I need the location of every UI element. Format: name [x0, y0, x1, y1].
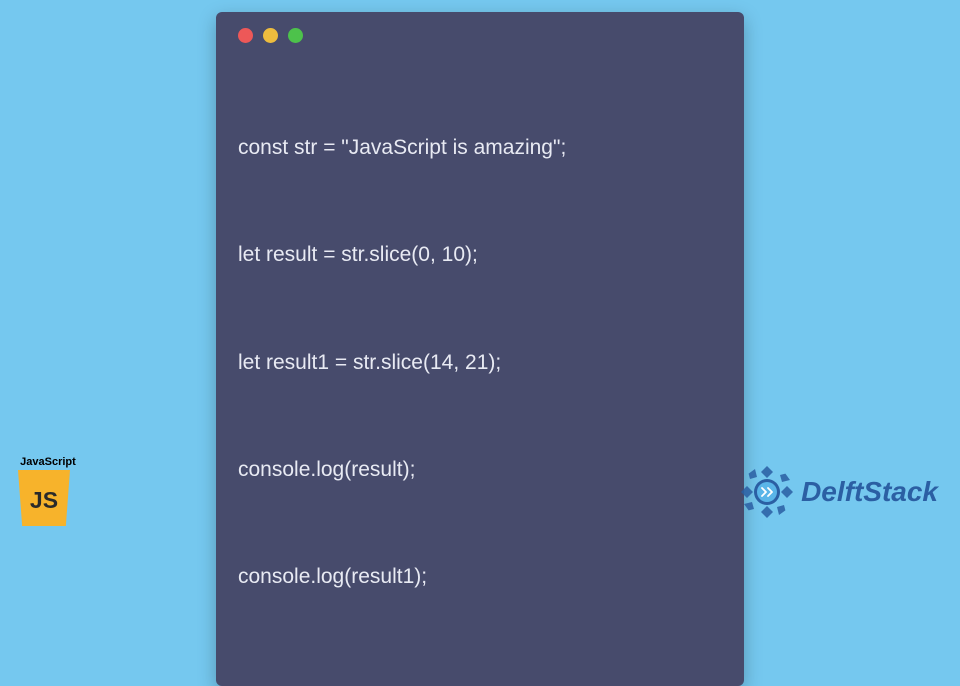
minimize-icon	[263, 28, 278, 43]
delftstack-logo: DelftStack	[739, 464, 938, 520]
code-line: let result1 = str.slice(14, 21);	[238, 345, 722, 381]
code-line: const str = "JavaScript is amazing";	[238, 130, 722, 166]
js-text: JS	[30, 487, 58, 514]
javascript-badge: JavaScript JS	[18, 456, 78, 526]
code-window: const str = "JavaScript is amazing"; let…	[216, 12, 744, 686]
code-line: console.log(result1);	[238, 559, 722, 595]
delftstack-icon	[739, 464, 795, 520]
javascript-label: JavaScript	[18, 456, 78, 468]
window-controls	[238, 28, 722, 43]
code-block: const str = "JavaScript is amazing"; let…	[238, 59, 722, 666]
maximize-icon	[288, 28, 303, 43]
javascript-shield-icon: JS	[18, 470, 70, 526]
close-icon	[238, 28, 253, 43]
code-line: let result = str.slice(0, 10);	[238, 237, 722, 273]
delftstack-text: DelftStack	[801, 476, 938, 508]
code-line: console.log(result);	[238, 452, 722, 488]
